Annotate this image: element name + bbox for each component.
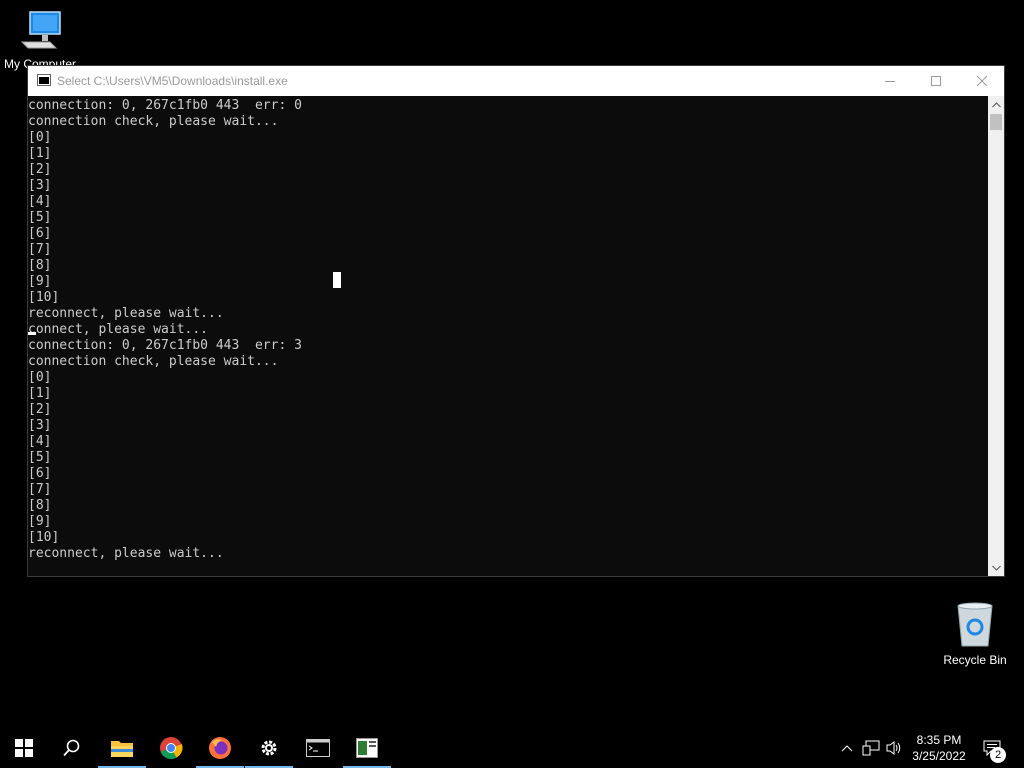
maximize-icon	[931, 76, 941, 86]
console-line: [2]	[28, 402, 52, 417]
firefox-icon	[209, 737, 231, 759]
my-computer-desktop-icon[interactable]: My Computer	[0, 8, 80, 71]
recycle-bin-icon	[957, 602, 993, 647]
taskbar: 8:35 PM 3/25/2022	[0, 728, 1024, 768]
console-line: [3]	[28, 178, 52, 193]
minimize-button[interactable]	[867, 66, 913, 96]
console-line: [0]	[28, 370, 52, 385]
network-button[interactable]	[861, 738, 881, 758]
console-line: [3]	[28, 418, 52, 433]
chevron-up-icon	[841, 745, 853, 752]
console-line: connection: 0, 267c1fb0 443 err: 0	[28, 98, 302, 113]
taskbar-settings[interactable]	[245, 728, 293, 768]
console-line: connection check, please wait...	[28, 354, 279, 369]
volume-button[interactable]	[884, 738, 904, 758]
clock-date: 3/25/2022	[912, 749, 966, 763]
network-icon	[862, 740, 880, 756]
chevron-up-icon	[991, 101, 1001, 107]
taskbar-file-explorer[interactable]	[98, 728, 146, 768]
console-line: [8]	[28, 258, 52, 273]
console-line: [6]	[28, 226, 52, 241]
console-line: [2]	[28, 162, 52, 177]
console-line: [4]	[28, 194, 52, 209]
chrome-icon	[160, 737, 183, 759]
recycle-bin-label: Recycle Bin	[943, 653, 1007, 667]
console-line: connection check, please wait...	[28, 114, 279, 129]
clock-time: 8:35 PM	[916, 733, 962, 747]
taskbar-firefox[interactable]	[196, 728, 244, 768]
close-button[interactable]	[959, 66, 1005, 96]
taskbar-command-prompt[interactable]	[294, 728, 342, 768]
console-app-icon	[37, 74, 51, 86]
show-hidden-icons-button[interactable]	[837, 738, 857, 758]
scrollbar-thumb[interactable]	[990, 114, 1002, 130]
console-output[interactable]: reconnect, please wait... [10] [9] [8] [7] [6…	[28, 96, 988, 576]
console-line: [4]	[28, 434, 52, 449]
search-button[interactable]	[48, 728, 96, 768]
console-line: [10]	[28, 290, 60, 305]
console-line: [8]	[28, 498, 52, 513]
console-line: [7]	[28, 242, 52, 257]
console-line: connection: 0, 267c1fb0 443 err: 3	[28, 338, 302, 353]
scroll-up-button[interactable]	[988, 96, 1004, 113]
console-line: [9]	[28, 514, 52, 529]
cmd-icon	[306, 739, 330, 757]
computer-icon	[20, 11, 61, 49]
console-line: [5]	[28, 450, 52, 465]
console-line: connect, please wait...	[28, 322, 209, 337]
console-line: [9]	[28, 274, 52, 289]
maximize-button[interactable]	[913, 66, 959, 96]
window-title: Select C:\Users\VM5\Downloads\install.ex…	[57, 74, 288, 88]
console-line: reconnect, please wait...	[28, 306, 224, 321]
speaker-icon	[886, 741, 901, 755]
console-line: [1]	[28, 386, 52, 401]
close-icon	[976, 75, 988, 87]
taskbar-chrome[interactable]	[147, 728, 195, 768]
scroll-down-button[interactable]	[988, 559, 1004, 576]
console-line: [5]	[28, 210, 52, 225]
console-line: [7]	[28, 482, 52, 497]
text-cursor	[333, 272, 341, 288]
clock[interactable]: 8:35 PM 3/25/2022	[904, 732, 974, 764]
console-cursor	[28, 332, 36, 335]
console-line: [6]	[28, 466, 52, 481]
notification-count-badge: 2	[990, 747, 1006, 763]
console-line: [0]	[28, 130, 52, 145]
windows-logo-icon	[15, 739, 33, 757]
folder-icon	[111, 741, 133, 757]
console-line: reconnect, please wait...	[28, 546, 224, 561]
vertical-scrollbar[interactable]	[988, 96, 1004, 576]
recycle-bin-desktop-icon[interactable]: Recycle Bin	[935, 602, 1015, 667]
console-line: [1]	[28, 146, 52, 161]
console-window[interactable]: Select C:\Users\VM5\Downloads\install.ex…	[27, 65, 1005, 577]
start-button[interactable]	[0, 728, 48, 768]
window-titlebar[interactable]: Select C:\Users\VM5\Downloads\install.ex…	[28, 66, 1004, 96]
search-icon	[63, 739, 80, 757]
taskbar-app-window[interactable]	[343, 728, 391, 768]
console-line: [10]	[28, 530, 60, 545]
app-window-icon	[356, 738, 378, 758]
chevron-down-icon	[991, 565, 1001, 571]
minimize-icon	[885, 81, 895, 82]
gear-icon	[261, 740, 277, 756]
